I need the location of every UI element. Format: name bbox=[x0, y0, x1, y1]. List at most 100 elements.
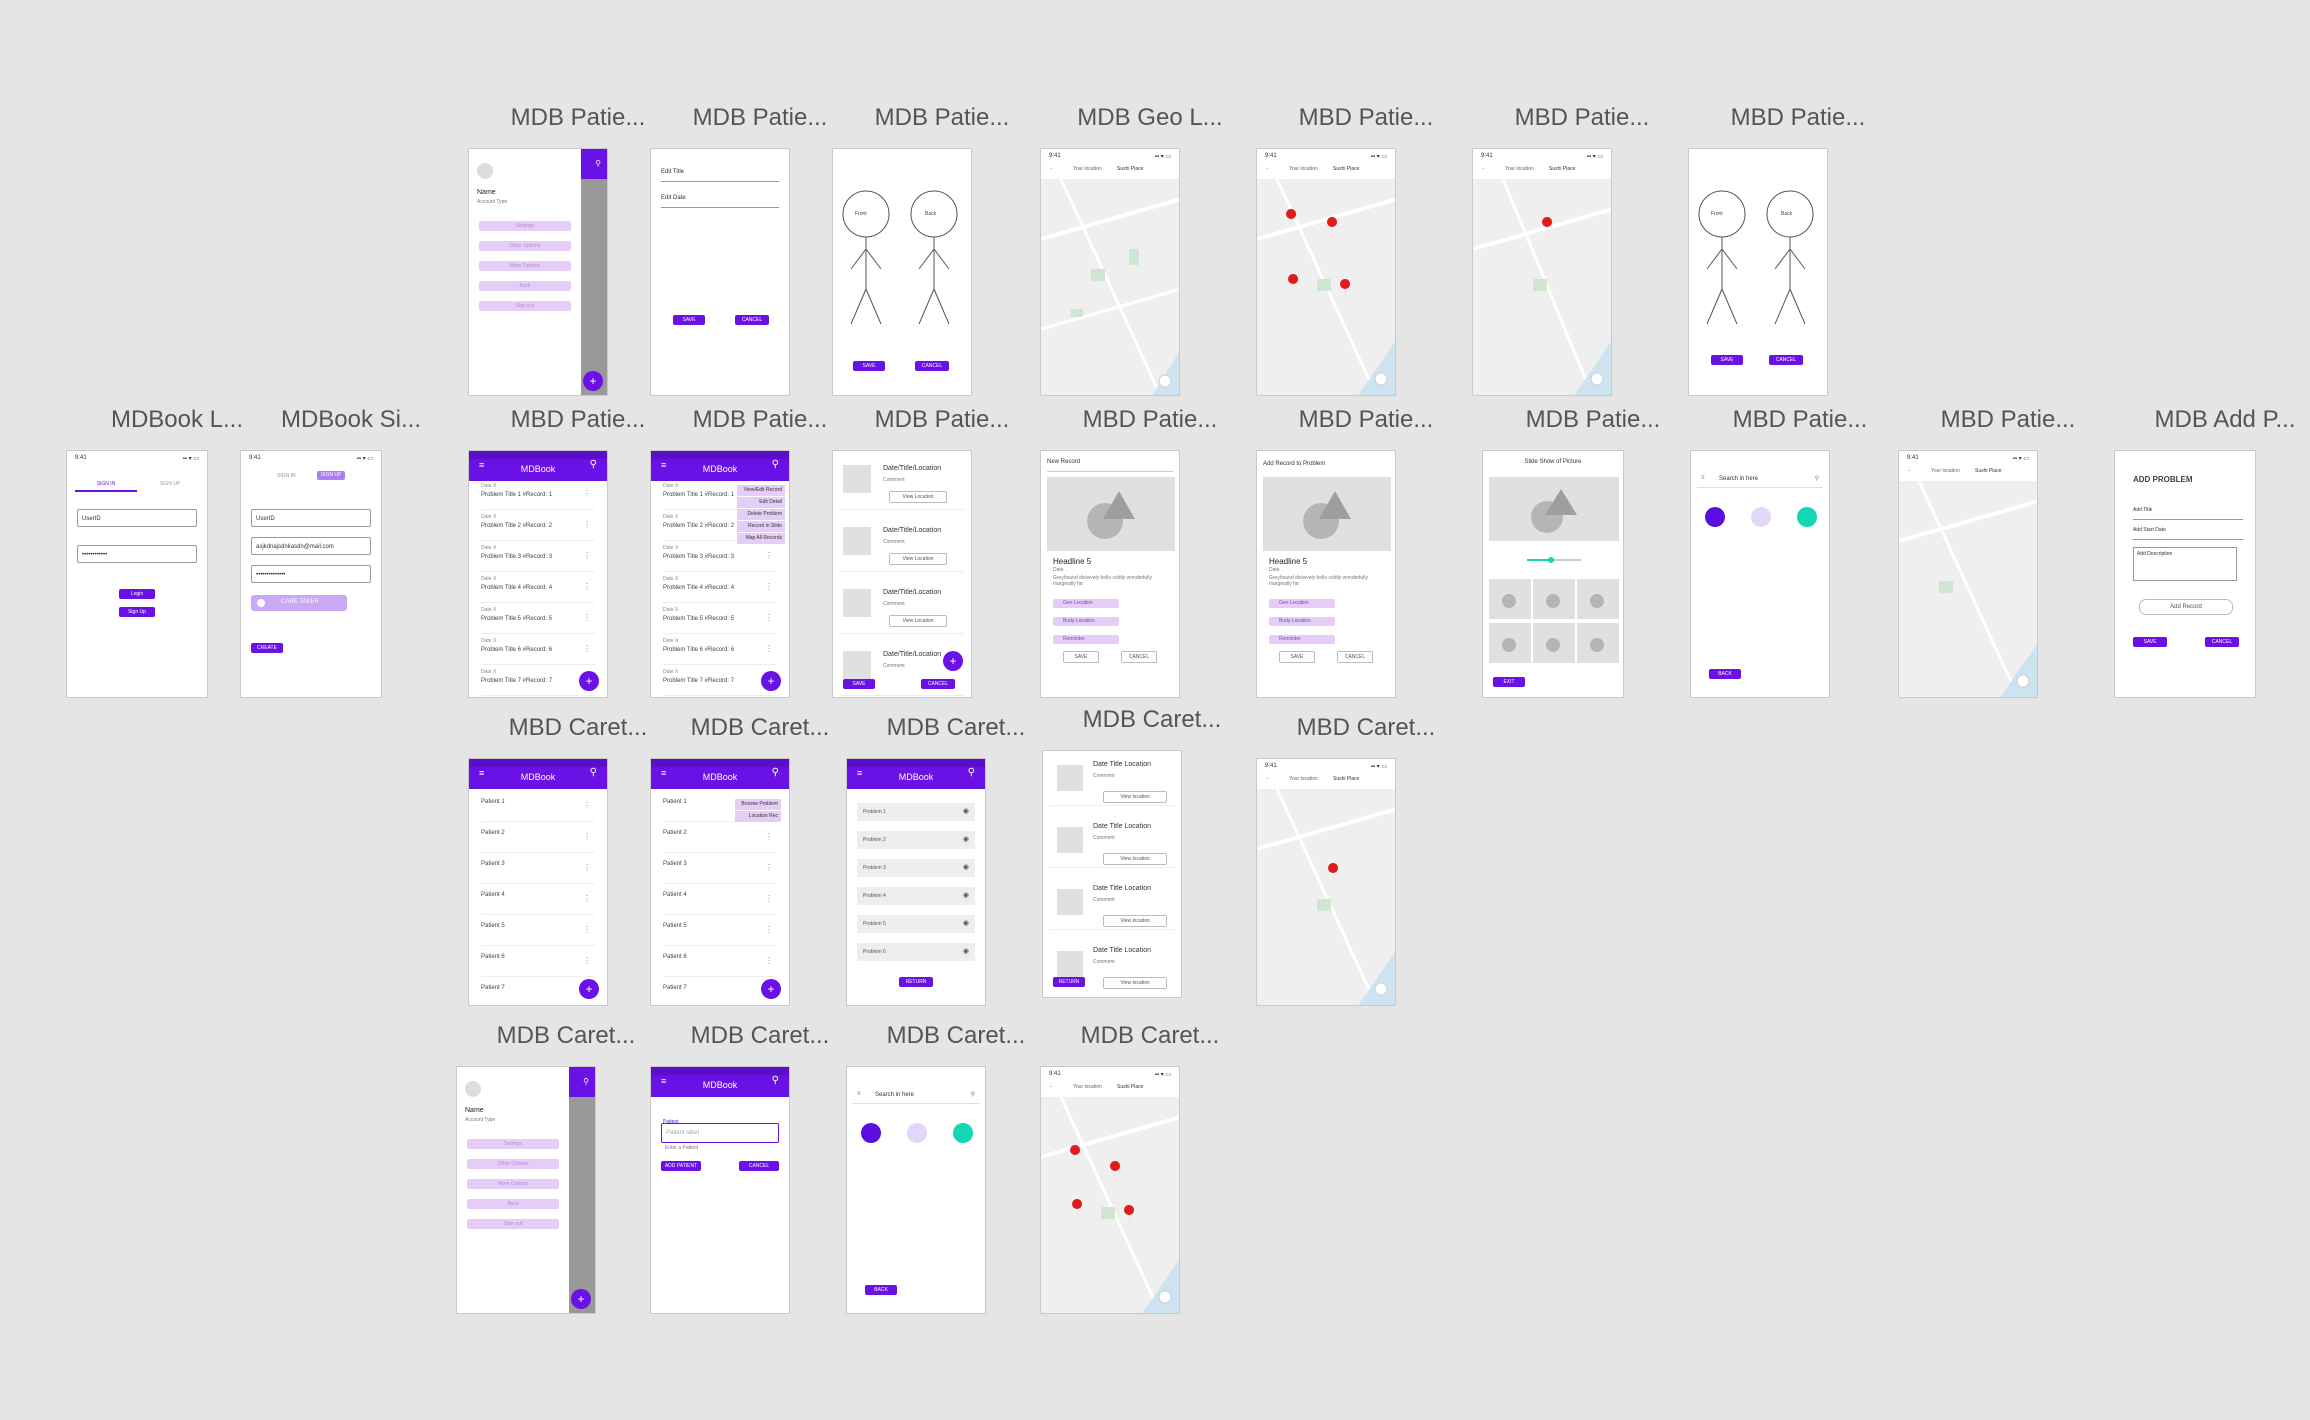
kebab-icon[interactable]: ⋮ bbox=[583, 644, 591, 653]
map-search-bar[interactable]: ← Your location Sushi Place bbox=[1041, 159, 1179, 180]
kebab-icon[interactable]: ⋮ bbox=[583, 489, 591, 498]
kebab-icon[interactable]: ⋮ bbox=[583, 613, 591, 622]
kebab-icon[interactable]: ⋮ bbox=[765, 551, 773, 560]
view-location-button[interactable]: View location bbox=[1103, 853, 1167, 865]
list-item[interactable]: Date Title Location Comment View locatio… bbox=[1049, 817, 1175, 868]
list-item[interactable]: Date X Problem Title 2 #Record: 2 ⋮ bbox=[481, 512, 595, 541]
kebab-icon[interactable]: ⋮ bbox=[583, 520, 591, 529]
eye-icon[interactable]: ◉ bbox=[963, 864, 969, 872]
board-caretaker-drawer[interactable]: MDB Caret... ⚲ + Name Account Type Setti… bbox=[456, 1022, 635, 1314]
list-item[interactable]: Patient 4 ⋮ bbox=[663, 886, 777, 915]
back-arrow-icon[interactable]: ← bbox=[1049, 1083, 1054, 1089]
save-button[interactable]: SAVE bbox=[2133, 637, 2167, 647]
board-search-circles[interactable]: MBD Patie... ≡ Search in here ⚲ BACK bbox=[1690, 406, 1867, 698]
fab-add-button[interactable]: + bbox=[583, 371, 603, 391]
cancel-button[interactable]: CANCEL bbox=[2205, 637, 2239, 647]
search-icon[interactable]: ⚲ bbox=[772, 459, 779, 470]
kebab-icon[interactable]: ⋮ bbox=[765, 582, 773, 591]
drawer-item-back[interactable]: Back bbox=[479, 281, 571, 291]
cancel-button[interactable]: CANCEL bbox=[1121, 651, 1157, 663]
eye-icon[interactable]: ◉ bbox=[963, 808, 969, 816]
menu-icon[interactable]: ≡ bbox=[661, 460, 666, 470]
list-item[interactable]: Patient 1 ⋮ bbox=[481, 793, 595, 822]
edit-date-field[interactable]: Edit Date bbox=[661, 195, 779, 208]
search-icon[interactable]: ⚲ bbox=[968, 767, 975, 778]
list-item[interactable]: Date X Problem Title 3 #Record: 3 ⋮ bbox=[481, 543, 595, 572]
kebab-icon[interactable]: ⋮ bbox=[765, 925, 773, 934]
list-item[interactable]: Patient 3 ⋮ bbox=[481, 855, 595, 884]
eye-icon[interactable]: ◉ bbox=[963, 920, 969, 928]
kebab-icon[interactable]: ⋮ bbox=[583, 956, 591, 965]
map-search-bar[interactable]: ← Your location Sushi Place bbox=[1899, 461, 2037, 482]
save-button[interactable]: SAVE bbox=[1279, 651, 1315, 663]
add-title-field[interactable]: Add Title bbox=[2133, 507, 2243, 520]
save-button[interactable]: SAVE bbox=[1711, 355, 1743, 365]
primary-circle[interactable] bbox=[1705, 507, 1725, 527]
return-button[interactable]: RETURN bbox=[899, 977, 933, 987]
map-search-bar[interactable]: ← Your location Sushi Place bbox=[1257, 159, 1395, 180]
search-icon[interactable]: ⚲ bbox=[971, 1091, 975, 1098]
board-records-list[interactable]: MBD Patie... ≡ MDBook ⚲ Date X Problem Ti… bbox=[468, 406, 645, 698]
eye-icon[interactable]: ◉ bbox=[963, 836, 969, 844]
menu-item-browse-problem[interactable]: Browse Problem bbox=[735, 799, 781, 811]
slide-slider[interactable] bbox=[1527, 557, 1581, 563]
search-icon[interactable]: ⚲ bbox=[1815, 475, 1819, 482]
board-body-figure-2[interactable]: MBD Patie... Front Back SAVE CANCEL bbox=[1688, 104, 1865, 396]
map-canvas[interactable] bbox=[1473, 179, 1612, 396]
body-figure[interactable] bbox=[1689, 149, 1828, 396]
board-problems-list[interactable]: MDB Caret... ≡ MDBook ⚲ Problem 1 ◉ Probl… bbox=[846, 714, 1025, 1006]
menu-icon[interactable]: ≡ bbox=[661, 768, 666, 778]
search-icon[interactable]: ⚲ bbox=[590, 767, 597, 778]
cancel-button[interactable]: CANCEL bbox=[735, 315, 769, 325]
list-item[interactable]: Patient 5 ⋮ bbox=[481, 917, 595, 946]
email-field[interactable]: asjkdnajsdnkasdn@mail.com bbox=[251, 537, 371, 555]
menu-icon[interactable]: ≡ bbox=[661, 1076, 666, 1086]
tab-signup[interactable]: SIGN UP bbox=[317, 471, 345, 480]
add-patient-button[interactable]: ADD PATIENT bbox=[661, 1161, 701, 1171]
list-item[interactable]: Patient 4 ⋮ bbox=[481, 886, 595, 915]
board-edit-problem[interactable]: MDB Patie... Edit Title Edit Date SAVE C… bbox=[650, 104, 827, 396]
list-item[interactable]: Date XProblem Title 7 #Record: 7⋮ bbox=[481, 667, 595, 696]
image-placeholder[interactable] bbox=[1047, 477, 1175, 551]
menu-item-map-all[interactable]: Map All Records bbox=[737, 533, 785, 545]
board-plain-map[interactable]: MBD Patie... 9:41 ▪▪ ▾ ▭ ← Your location … bbox=[1898, 406, 2075, 698]
kebab-icon[interactable]: ⋮ bbox=[583, 925, 591, 934]
create-button[interactable]: CREATE bbox=[251, 643, 283, 653]
board-patient-map-pins[interactable]: MBD Patie... 9:41 ▪▪ ▾ ▭ ← Your location … bbox=[1256, 104, 1433, 396]
login-button[interactable]: Login bbox=[119, 589, 155, 599]
secondary-circle[interactable] bbox=[1751, 507, 1771, 527]
kebab-icon[interactable]: ⋮ bbox=[765, 644, 773, 653]
kebab-icon[interactable]: ⋮ bbox=[583, 582, 591, 591]
kebab-icon[interactable]: ⋮ bbox=[583, 551, 591, 560]
map-search-bar[interactable]: ← Your location Sushi Place bbox=[1041, 1077, 1179, 1098]
list-item[interactable]: Date X Problem Title 3 #Record: 3 ⋮ bbox=[663, 543, 777, 572]
kebab-icon[interactable]: ⋮ bbox=[765, 613, 773, 622]
kebab-icon[interactable]: ⋮ bbox=[765, 832, 773, 841]
list-item[interactable]: Date X Problem Title 5 #Record: 5 ⋮ bbox=[663, 605, 777, 634]
tab-signin[interactable]: SIGN IN bbox=[277, 473, 296, 479]
view-location-button[interactable]: View location bbox=[1103, 791, 1167, 803]
list-item[interactable]: Date X Problem Title 6 #Record: 6 ⋮ bbox=[481, 636, 595, 665]
cancel-button[interactable]: CANCEL bbox=[921, 679, 955, 689]
menu-item-view-edit[interactable]: View/Edit Record bbox=[737, 485, 785, 497]
fab-add-button[interactable]: + bbox=[761, 979, 781, 999]
list-item[interactable]: Date X Problem Title 4 #Record: 4 ⋮ bbox=[481, 574, 595, 603]
eye-icon[interactable]: ◉ bbox=[963, 948, 969, 956]
drawer-item-other[interactable]: Other Options bbox=[479, 241, 571, 251]
map-search-bar[interactable]: ← Your location Sushi Place bbox=[1257, 769, 1395, 790]
save-button[interactable]: SAVE bbox=[853, 361, 885, 371]
fab-add-button[interactable]: + bbox=[579, 671, 599, 691]
board-patients-list[interactable]: MBD Caret... ≡ MDBook ⚲ Patient 1 ⋮ Patie… bbox=[468, 714, 647, 1006]
search-bar[interactable]: ≡ Search in here ⚲ bbox=[1697, 473, 1823, 488]
list-item[interactable]: Date Title Location Comment View locatio… bbox=[1049, 755, 1175, 806]
menu-item-delete[interactable]: Delete Problem bbox=[737, 509, 785, 521]
kebab-icon[interactable]: ⋮ bbox=[583, 863, 591, 872]
teal-circle[interactable] bbox=[1797, 507, 1817, 527]
board-records-menu[interactable]: MDB Patie... ≡ MDBook ⚲ Date X Problem Ti… bbox=[650, 406, 827, 698]
list-item[interactable]: Date/Title/Location Comment View Locatio… bbox=[839, 583, 965, 634]
list-item[interactable]: Date Title Location Comment View locatio… bbox=[1049, 879, 1175, 930]
board-slideshow[interactable]: MDB Patie... Slide Show of Picture EXIT bbox=[1482, 406, 1660, 698]
view-location-button[interactable]: View location bbox=[1103, 977, 1167, 989]
drawer-item-settings[interactable]: Settings bbox=[479, 221, 571, 231]
map-search-bar[interactable]: ← Your location Sushi Place bbox=[1473, 159, 1611, 180]
